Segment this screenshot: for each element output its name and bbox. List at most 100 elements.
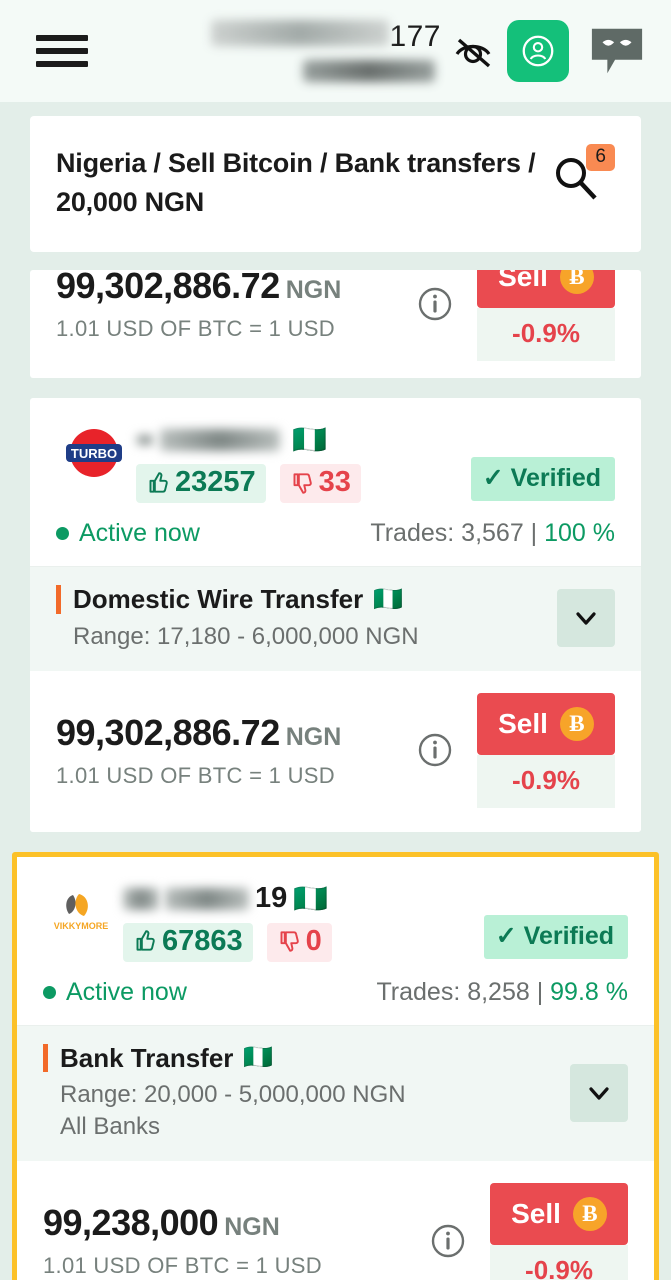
chat-bubble-icon: [591, 28, 643, 74]
offer-rate-note: 1.01 USD OF BTC = 1 USD: [56, 762, 335, 788]
trades-stats: Trades: 3,567 | 100 %: [370, 519, 615, 548]
thumbs-down-count: 0: [305, 924, 322, 957]
offer-price: 99,302,886.72: [56, 270, 280, 307]
sell-button-label: Sell: [498, 707, 548, 739]
offer-card-selected[interactable]: VIKKYMORE 19 🇳🇬 67863 0 ✓ Verified Activ…: [12, 851, 659, 1280]
sell-button-label: Sell: [511, 1198, 561, 1230]
hide-balance-icon[interactable]: [451, 31, 495, 71]
price-left: 99,302,886.72 NGN 1.01 USD OF BTC = 1 USD: [56, 712, 407, 789]
svg-text:VIKKYMORE: VIKKYMORE: [54, 921, 109, 931]
trades-percent: 100 %: [544, 519, 615, 548]
price-row: 99,238,000 NGN 1.01 USD OF BTC = 1 USD Se…: [17, 1161, 654, 1280]
price-row: 99,302,886.72 NGN 1.01 USD OF BTC = 1 USD…: [30, 270, 641, 379]
country-flag-icon: 🇳🇬: [293, 882, 329, 914]
sell-column: Sell Ƀ -0.9%: [477, 270, 615, 362]
price-left: 99,302,886.72 NGN 1.01 USD OF BTC = 1 USD: [56, 270, 407, 342]
status-row: Active now Trades: 3,567 | 100 %: [30, 519, 641, 566]
support-chat-button[interactable]: [585, 22, 649, 80]
price-change: -0.9%: [477, 308, 615, 362]
trades-stats: Trades: 8,258 | 99.8 %: [376, 978, 628, 1007]
offer-card-partial[interactable]: 99,302,886.72 NGN 1.01 USD OF BTC = 1 USD…: [30, 270, 641, 379]
bitcoin-icon: Ƀ: [559, 706, 594, 741]
offer-price: 99,302,886.72: [56, 711, 280, 753]
offer-rate-note: 1.01 USD OF BTC = 1 USD: [56, 316, 335, 342]
seller-name-blurred-2: [160, 429, 280, 452]
expand-offer-button[interactable]: [557, 589, 615, 648]
balance-row: 177: [211, 20, 441, 54]
seller-name-suffix: 19: [255, 882, 288, 915]
chevron-down-icon: [576, 612, 596, 625]
payment-method-info: Bank Transfer 🇳🇬 Range: 20,000 - 5,000,0…: [43, 1044, 570, 1142]
thumbs-up-badge: 23257: [136, 464, 266, 504]
votes-row: 67863 0: [123, 922, 484, 962]
breadcrumb-card: Nigeria / Sell Bitcoin / Bank transfers …: [30, 116, 641, 253]
expand-offer-button[interactable]: [570, 1063, 628, 1122]
thumbs-up-badge: 67863: [123, 922, 253, 962]
price-change: -0.9%: [490, 1245, 628, 1280]
votes-row: 23257 33: [136, 464, 471, 504]
sell-button[interactable]: Sell Ƀ: [477, 692, 615, 755]
thumbs-up-icon: [149, 472, 168, 493]
offer-currency: NGN: [285, 276, 342, 305]
offer-card[interactable]: TURBO 🇳🇬 23257 33 ✓ Verified Active now …: [30, 398, 641, 832]
online-status-label: Active now: [66, 977, 187, 1006]
bitcoin-icon: Ƀ: [559, 270, 594, 295]
balance-display[interactable]: 177: [211, 20, 441, 82]
breadcrumb[interactable]: Nigeria / Sell Bitcoin / Bank transfers …: [56, 144, 545, 222]
price-change: -0.9%: [477, 754, 615, 808]
thumbs-down-icon: [280, 931, 299, 953]
seller-name-blurred-1: [136, 435, 154, 446]
seller-row: TURBO 🇳🇬 23257 33 ✓ Verified: [30, 398, 641, 519]
avatar[interactable]: TURBO: [56, 420, 132, 486]
trades-percent: 99.8 %: [550, 977, 628, 1006]
sell-column: Sell Ƀ -0.9%: [490, 1183, 628, 1280]
payment-country-flag-icon: 🇳🇬: [243, 1044, 274, 1072]
verified-badge: ✓ Verified: [483, 915, 628, 960]
online-status: Active now: [43, 978, 187, 1007]
payment-method-row[interactable]: Bank Transfer 🇳🇬 Range: 20,000 - 5,000,0…: [17, 1024, 654, 1162]
search-button[interactable]: 6: [545, 144, 615, 208]
info-icon[interactable]: [428, 1221, 468, 1261]
turbo-logo-icon: TURBO: [66, 429, 122, 478]
online-status-label: Active now: [79, 519, 200, 548]
payment-range: Range: 17,180 - 6,000,000 NGN: [73, 622, 419, 650]
payment-method-title: Domestic Wire Transfer 🇳🇬: [56, 585, 557, 614]
online-dot-icon: [56, 527, 69, 541]
info-icon[interactable]: [415, 284, 455, 324]
thumbs-down-count: 33: [318, 466, 351, 499]
vikkymore-logo-icon: VIKKYMORE: [54, 893, 109, 931]
thumbs-up-count: 23257: [175, 466, 256, 499]
payment-method-title: Bank Transfer 🇳🇬: [43, 1044, 570, 1073]
sell-button[interactable]: Sell Ƀ: [490, 1183, 628, 1246]
chevron-down-icon: [589, 1087, 609, 1100]
thumbs-up-count: 67863: [162, 924, 243, 957]
svg-text:TURBO: TURBO: [71, 446, 117, 461]
thumbs-up-icon: [136, 930, 155, 952]
payment-method-row[interactable]: Domestic Wire Transfer 🇳🇬 Range: 17,180 …: [30, 566, 641, 671]
seller-name-row: 19 🇳🇬: [123, 879, 484, 919]
offer-rate-note: 1.01 USD OF BTC = 1 USD: [43, 1253, 322, 1279]
balance-blurred-part: [211, 20, 390, 46]
balance-secondary-blurred: [303, 60, 435, 82]
thumbs-down-badge: 33: [279, 464, 361, 504]
profile-button[interactable]: [507, 20, 569, 82]
hamburger-menu-icon[interactable]: [36, 31, 88, 71]
avatar[interactable]: VIKKYMORE: [43, 879, 119, 945]
thumbs-down-icon: [293, 473, 312, 494]
sell-column: Sell Ƀ -0.9%: [477, 692, 615, 808]
sell-button[interactable]: Sell Ƀ: [477, 270, 615, 309]
offer-currency: NGN: [285, 722, 342, 751]
info-icon[interactable]: [415, 730, 455, 770]
online-dot-icon: [43, 985, 56, 999]
trades-count: Trades: 8,258 |: [376, 977, 551, 1006]
payment-method-name: Bank Transfer: [60, 1042, 234, 1073]
price-row: 99,302,886.72 NGN 1.01 USD OF BTC = 1 USD…: [30, 670, 641, 832]
app-screen: 177 Nigeria / Sell Bitcoin / Bank transf…: [0, 0, 671, 1280]
status-row: Active now Trades: 8,258 | 99.8 %: [17, 978, 654, 1025]
seller-name-row: 🇳🇬: [136, 420, 471, 460]
bitcoin-icon: Ƀ: [572, 1197, 607, 1232]
payment-range: Range: 20,000 - 5,000,000 NGN: [60, 1081, 406, 1109]
seller-name-blurred-1: [123, 887, 159, 910]
seller-row: VIKKYMORE 19 🇳🇬 67863 0 ✓ Verified: [17, 857, 654, 978]
offer-price: 99,238,000: [43, 1202, 219, 1244]
